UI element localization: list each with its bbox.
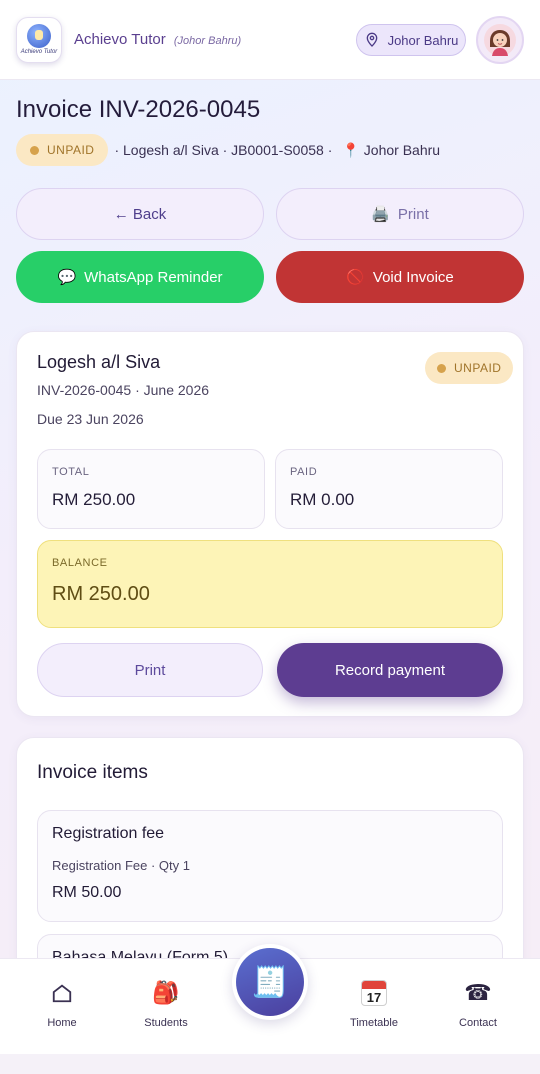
- whatsapp-label: WhatsApp Reminder: [84, 268, 223, 286]
- status-dot-icon: [30, 145, 39, 155]
- nav-students[interactable]: 🎒 Students: [126, 979, 206, 1029]
- invoice-summary-card: Logesh a/l Siva INV-2026-0045 · June 202…: [16, 331, 524, 717]
- page-title: Invoice INV-2026-0045: [16, 96, 261, 123]
- pin-icon: 📍: [342, 141, 360, 158]
- student-name: Logesh a/l Siva: [37, 352, 161, 372]
- card-status-badge: UNPAID: [425, 352, 514, 384]
- list-item[interactable]: Registration fee Registration Fee · Qty …: [37, 810, 503, 922]
- brand-branch: (Johor Bahru): [173, 35, 242, 47]
- card-status-label: UNPAID: [454, 361, 502, 375]
- void-invoice-button[interactable]: 🚫 Void Invoice: [276, 251, 524, 303]
- print-button[interactable]: 🖨️ Print: [276, 188, 524, 240]
- user-avatar-icon: [484, 24, 516, 56]
- nav-timetable-label: Timetable: [350, 1017, 398, 1029]
- map-pin-icon: [366, 32, 377, 47]
- paid-value: RM 0.00: [290, 490, 355, 509]
- location-selector[interactable]: Johor Bahru: [356, 24, 466, 56]
- status-badge: UNPAID: [16, 134, 109, 166]
- invoice-period: INV-2026-0045 · June 2026: [37, 382, 210, 398]
- brand-name: Achievo Tutor: [74, 31, 166, 48]
- balance-value: RM 250.00: [52, 583, 150, 605]
- system-bar: [0, 1054, 540, 1074]
- calendar-day: 17: [366, 990, 382, 1005]
- backpack-icon: 🎒: [152, 980, 180, 1005]
- nav-students-label: Students: [144, 1017, 188, 1029]
- total-label: TOTAL: [52, 466, 90, 478]
- print-label: Print: [397, 205, 429, 223]
- phone-icon: ☎: [464, 980, 492, 1005]
- invoice-meta: UNPAID · Logesh a/l Siva · JB0001-S0058 …: [16, 134, 440, 166]
- brand-title: Achievo Tutor (Johor Bahru): [74, 31, 241, 48]
- logo-text: Achievo Tutor: [20, 49, 58, 55]
- balance-label: BALANCE: [52, 557, 108, 569]
- items-title: Invoice items: [37, 762, 148, 783]
- status-dot-icon: [437, 363, 446, 373]
- location-label: Johor Bahru: [387, 32, 459, 48]
- whatsapp-reminder-button[interactable]: 💬 WhatsApp Reminder: [16, 251, 264, 303]
- back-button[interactable]: ← Back: [16, 188, 264, 240]
- record-payment-button[interactable]: Record payment: [277, 643, 503, 697]
- fab-inner: 🧾: [236, 948, 304, 1016]
- user-avatar[interactable]: [476, 16, 524, 64]
- receipt-icon: 🧾: [251, 965, 289, 999]
- nav-home-label: Home: [47, 1017, 77, 1029]
- due-date: Due 23 Jun 2026: [37, 411, 144, 427]
- status-label: UNPAID: [47, 143, 95, 157]
- printer-icon: 🖨️: [371, 206, 390, 223]
- paid-stat: PAID RM 0.00: [275, 449, 503, 529]
- invoice-location: Johor Bahru: [363, 142, 441, 158]
- calendar-icon: 17: [361, 979, 387, 1007]
- paid-label: PAID: [290, 466, 318, 478]
- card-print-button[interactable]: Print: [37, 643, 263, 697]
- invoices-fab[interactable]: 🧾: [232, 944, 308, 1020]
- logo-icon: [27, 24, 51, 48]
- nav-contact-label: Contact: [459, 1017, 497, 1029]
- app-logo[interactable]: Achievo Tutor: [16, 16, 62, 63]
- home-icon: [51, 979, 73, 1007]
- item-price: RM 50.00: [52, 884, 122, 901]
- balance-stat: BALANCE RM 250.00: [37, 540, 503, 628]
- total-value: RM 250.00: [52, 490, 136, 509]
- speech-bubble-icon: 💬: [57, 269, 77, 286]
- item-desc: Registration Fee · Qty 1: [52, 858, 190, 873]
- invoice-student-meta: · Logesh a/l Siva · JB0001-S0058 ·: [114, 142, 333, 158]
- nav-home[interactable]: Home: [22, 979, 102, 1029]
- nav-timetable[interactable]: 17 Timetable: [334, 979, 414, 1029]
- total-stat: TOTAL RM 250.00: [37, 449, 265, 529]
- back-label: ← Back: [113, 205, 167, 223]
- void-label: Void Invoice: [372, 268, 454, 286]
- nav-contact[interactable]: ☎ Contact: [438, 979, 518, 1029]
- item-name: Registration fee: [52, 825, 165, 842]
- prohibited-icon: 🚫: [346, 269, 365, 286]
